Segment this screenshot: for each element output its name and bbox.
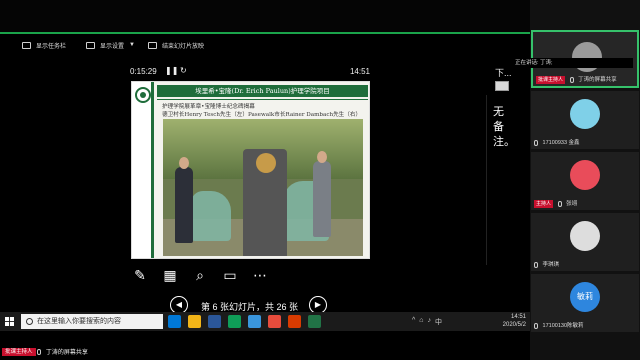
- timer-bar: 0:15:29 ❚❚ ↻ 14:51: [128, 66, 370, 80]
- microphone-icon: [569, 76, 574, 83]
- taskbar-date: 2020/5/2: [502, 322, 526, 328]
- slide-caption-line-2: 德卫村长Henry Tesch先生（左）Pasewalk市长Rainer Dam…: [162, 112, 362, 118]
- pen-icon[interactable]: ✎: [130, 265, 150, 286]
- slide-photo: [163, 119, 363, 256]
- speaking-indicator: 正在讲话: 丁涛;: [513, 58, 633, 68]
- taskbar-apps: [168, 315, 321, 328]
- windows-start-icon[interactable]: [5, 317, 14, 326]
- show-taskbar-label: 显示任务栏: [36, 43, 67, 50]
- slide-sidebar: [132, 82, 154, 258]
- participant-name: 17100130陈敏莉: [542, 323, 584, 329]
- clock-time: 14:51: [349, 67, 370, 76]
- avatar: 敏莉: [570, 282, 600, 312]
- screen-share-bar: 批课主持人 丁涛的屏幕共享: [0, 347, 120, 360]
- presenter-view: 显示任务栏 显示设置 ▼ 结束幻灯片放映 0:15:29 ❚❚ ↻ 14:51 …: [0, 0, 530, 357]
- share-bar-text: 丁涛的屏幕共享: [45, 350, 88, 356]
- taskbar-icon: [22, 41, 31, 49]
- black-screen-icon[interactable]: ▭: [220, 265, 240, 286]
- participant-footer: 主持人 张翊: [531, 198, 639, 210]
- taskbar-app-icon[interactable]: [188, 315, 201, 328]
- display-settings-button[interactable]: 显示设置 ▼: [86, 38, 135, 52]
- avatar: [570, 160, 600, 190]
- taskbar-app-icon[interactable]: [228, 315, 241, 328]
- participant-footer: 17100933 金鑫: [531, 137, 639, 149]
- participant-name: 丁涛的屏幕共享: [578, 77, 617, 83]
- next-slide-thumbnail[interactable]: [495, 81, 509, 91]
- presenter-top-area: [0, 0, 530, 32]
- avatar: [570, 99, 600, 129]
- participant-tile[interactable]: 主持人 张翊: [531, 152, 639, 210]
- reset-timer-icon[interactable]: ↻: [180, 66, 187, 75]
- slide-caption-line-1: 护理学院展革章•宝隆博士纪念碑揭幕: [162, 104, 255, 110]
- all-slides-icon[interactable]: ▦: [160, 265, 180, 286]
- system-tray: ^ ⌂ ♪ 中: [412, 317, 442, 327]
- network-icon[interactable]: ⌂: [419, 317, 423, 327]
- end-show-label: 结束幻灯片放映: [162, 43, 205, 50]
- display-settings-label: 显示设置: [100, 43, 125, 50]
- slide-title-underline: [157, 99, 368, 100]
- panel-divider: [486, 95, 487, 265]
- taskbar-time: 14:51: [510, 314, 526, 320]
- host-badge: 批课主持人: [536, 76, 566, 84]
- participant-footer: 17100130陈敏莉: [531, 320, 639, 332]
- windows-taskbar: 在这里输入你要搜索的内容 ^ ⌂ ♪ 中 14:51 2020/5/2: [0, 312, 530, 331]
- pause-icon[interactable]: ❚❚: [165, 66, 178, 75]
- taskbar-app-icon[interactable]: [308, 315, 321, 328]
- microphone-icon: [37, 349, 42, 356]
- speaker-notes[interactable]: 无备注。: [493, 105, 515, 150]
- microphone-icon: [557, 200, 562, 207]
- host-badge: 批课主持人: [2, 348, 36, 357]
- school-logo-icon: [135, 87, 151, 103]
- taskbar-app-icon[interactable]: [248, 315, 261, 328]
- show-taskbar-button[interactable]: 显示任务栏: [22, 38, 66, 52]
- presenter-divider: [0, 32, 530, 34]
- taskbar-clock[interactable]: 14:51 2020/5/2: [503, 313, 526, 329]
- slide-title: 埃里希•宝隆(Dr. Erich Paulun)护理学院项目: [157, 85, 368, 97]
- more-options-icon[interactable]: ⋯: [250, 265, 270, 286]
- participant-name: 17100933 金鑫: [542, 140, 580, 146]
- elapsed-timer: 0:15:29: [130, 67, 157, 76]
- participant-name: 张翊: [566, 201, 578, 207]
- participant-tile[interactable]: 17100933 金鑫: [531, 91, 639, 149]
- participant-tile[interactable]: 敏莉 17100130陈敏莉: [531, 274, 639, 332]
- presenter-window: 显示任务栏 显示设置 ▼ 结束幻灯片放映 0:15:29 ❚❚ ↻ 14:51 …: [0, 0, 640, 360]
- taskbar-app-icon[interactable]: [168, 315, 181, 328]
- ime-icon[interactable]: 中: [435, 317, 442, 327]
- participant-name: 李琪琪: [542, 262, 560, 268]
- slide-tools: ✎ ▦ ⌕ ▭ ⋯: [130, 264, 270, 286]
- participant-tile[interactable]: 李琪琪: [531, 213, 639, 271]
- microphone-icon: [534, 322, 538, 329]
- chevron-down-icon: ▼: [129, 42, 135, 48]
- avatar: [570, 221, 600, 251]
- next-slide-label: 下...: [495, 68, 512, 78]
- participant-tile-presenter[interactable]: 正在讲话: 丁涛; 批课主持人 丁涛的屏幕共享: [513, 30, 639, 88]
- end-show-button[interactable]: 结束幻灯片放映: [148, 38, 204, 52]
- monitor-icon: [86, 41, 95, 49]
- taskbar-app-icon[interactable]: [268, 315, 281, 328]
- participants-panel: 正在讲话: 丁涛; 批课主持人 丁涛的屏幕共享 17100933 金鑫 主持人 …: [513, 0, 640, 360]
- participant-footer: 批课主持人 丁涛的屏幕共享: [533, 74, 637, 86]
- taskbar-app-icon[interactable]: [288, 315, 301, 328]
- volume-icon[interactable]: ♪: [428, 317, 432, 327]
- taskbar-app-icon[interactable]: [208, 315, 221, 328]
- microphone-icon: [534, 261, 538, 268]
- current-slide[interactable]: 埃里希•宝隆(Dr. Erich Paulun)护理学院项目 护理学院展革章•宝…: [131, 81, 370, 259]
- end-show-icon: [148, 41, 157, 49]
- microphone-icon: [534, 139, 538, 146]
- host-badge: 主持人: [534, 200, 554, 208]
- chevron-up-icon[interactable]: ^: [412, 317, 415, 327]
- taskbar-search-input[interactable]: 在这里输入你要搜索的内容: [21, 314, 163, 329]
- zoom-icon[interactable]: ⌕: [190, 265, 210, 286]
- participant-footer: 李琪琪: [531, 259, 639, 271]
